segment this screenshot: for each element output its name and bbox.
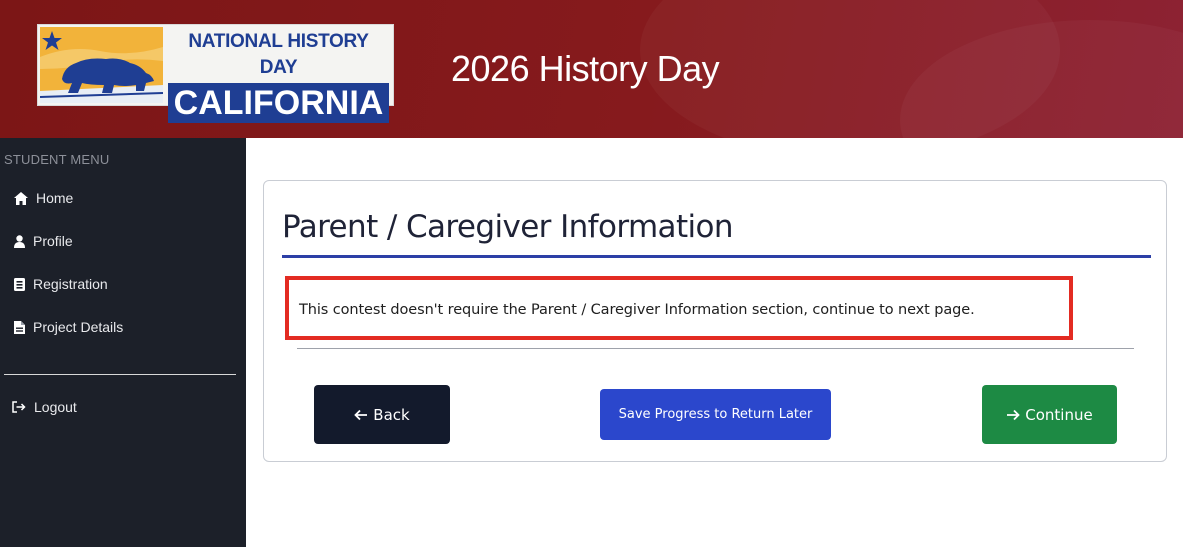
notice-text: This contest doesn't require the Parent … bbox=[299, 302, 975, 318]
logo-line-california: CALIFORNIA bbox=[168, 83, 389, 123]
sidebar-item-logout[interactable]: Logout bbox=[12, 399, 77, 415]
id-card-icon bbox=[14, 277, 25, 291]
continue-button-label: Continue bbox=[1025, 405, 1093, 424]
logo-line-national-history-day: NATIONAL HISTORY DAY bbox=[188, 31, 369, 78]
california-bear-logo-icon bbox=[40, 27, 163, 103]
app-title: 2026 History Day bbox=[451, 48, 720, 89]
sidebar-item-registration[interactable]: Registration bbox=[14, 276, 108, 292]
sidebar-item-profile[interactable]: Profile bbox=[14, 233, 73, 249]
logo-wordmark: NATIONAL HISTORY DAY CALIFORNIA bbox=[168, 29, 389, 123]
document-icon bbox=[14, 320, 25, 334]
student-menu-heading: STUDENT MENU bbox=[4, 152, 110, 167]
continue-button[interactable]: Continue bbox=[982, 385, 1117, 444]
home-icon bbox=[14, 191, 28, 205]
sidebar-item-project-details[interactable]: Project Details bbox=[14, 319, 123, 335]
title-divider bbox=[282, 255, 1151, 258]
content-divider bbox=[297, 348, 1134, 349]
parent-caregiver-card: Parent / Caregiver Information This cont… bbox=[263, 180, 1167, 462]
arrow-right-icon bbox=[1007, 409, 1021, 420]
arrow-left-icon bbox=[354, 409, 368, 420]
save-progress-button[interactable]: Save Progress to Return Later bbox=[600, 389, 831, 440]
user-icon bbox=[14, 234, 25, 248]
page-title: Parent / Caregiver Information bbox=[282, 209, 734, 245]
back-button-label: Back bbox=[373, 405, 410, 424]
sidebar-divider bbox=[4, 374, 236, 375]
save-progress-label: Save Progress to Return Later bbox=[618, 407, 813, 422]
sidebar-item-label: Home bbox=[36, 190, 74, 206]
student-sidebar: STUDENT MENU Home Profile Registration P… bbox=[0, 138, 246, 547]
logout-icon bbox=[12, 401, 26, 413]
back-button[interactable]: Back bbox=[314, 385, 450, 444]
nhd-california-logo[interactable]: NATIONAL HISTORY DAY CALIFORNIA bbox=[37, 24, 394, 123]
sidebar-item-label: Logout bbox=[34, 399, 77, 415]
sidebar-item-label: Profile bbox=[33, 233, 73, 249]
sidebar-item-label: Registration bbox=[33, 276, 108, 292]
notice-box: This contest doesn't require the Parent … bbox=[285, 276, 1073, 340]
app-header: NATIONAL HISTORY DAY CALIFORNIA 2026 His… bbox=[0, 0, 1183, 138]
sidebar-item-home[interactable]: Home bbox=[14, 190, 73, 206]
sidebar-item-label: Project Details bbox=[33, 319, 124, 335]
